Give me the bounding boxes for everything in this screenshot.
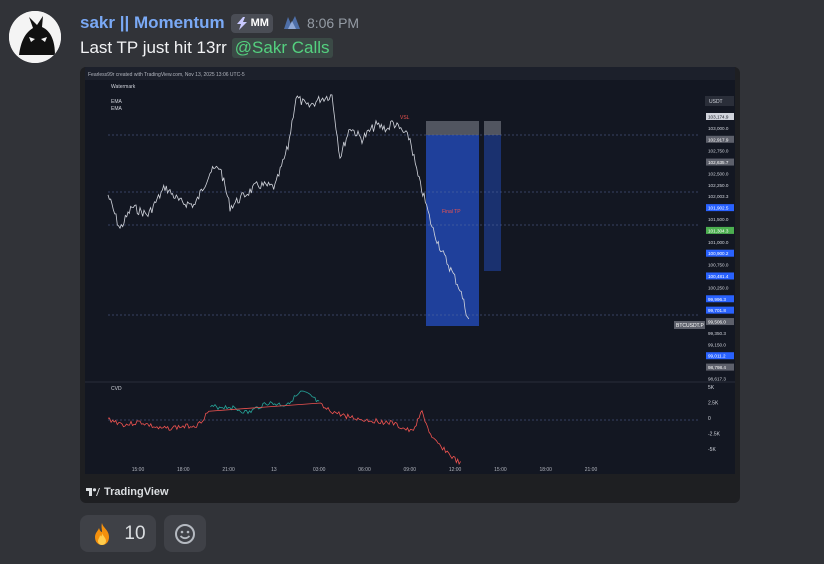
message-timestamp: 8:06 PM	[306, 15, 360, 31]
cvd-tick-label: -2.5K	[708, 432, 721, 438]
time-tick-label: 18:00	[539, 467, 552, 473]
price-tick-label: 99,011.2	[708, 354, 726, 359]
avatar[interactable]	[9, 11, 61, 63]
price-tick-label: 102,750.0	[708, 149, 729, 154]
vsl-label: VSL	[400, 115, 410, 121]
tradingview-logo-icon	[86, 488, 100, 496]
time-tick-label: 13	[271, 467, 277, 473]
price-tick-label: 103,000.0	[708, 126, 729, 131]
price-tick-label: 99,350.3	[708, 331, 726, 336]
indicator-label-ema-1: EMA	[111, 99, 123, 105]
lightning-icon	[236, 16, 247, 30]
cvd-tick-label: 0	[708, 416, 711, 422]
time-tick-label: 09:00	[404, 467, 417, 473]
avatar-silhouette-icon	[9, 11, 61, 63]
price-tick-label: 99,996.3	[708, 297, 726, 302]
price-tick-label: 102,003.3	[708, 194, 729, 199]
stop-zone-2	[484, 121, 501, 135]
price-tick-label: 102,500.0	[708, 171, 729, 176]
fire-icon	[95, 522, 110, 545]
time-tick-label: 21:00	[222, 467, 235, 473]
price-tick-label: 102,917.9	[708, 137, 729, 142]
chart-background	[85, 67, 735, 474]
cvd-tick-label: 5K	[708, 385, 715, 391]
price-tick-label: 99,150.0	[708, 342, 726, 347]
price-tick-label: 98,617.3	[708, 377, 726, 382]
server-tag-label: MM	[250, 17, 269, 29]
price-tick-label: 100,250.0	[708, 285, 729, 290]
add-reaction-button[interactable]	[164, 515, 206, 552]
time-tick-label: 03:00	[313, 467, 326, 473]
server-tag[interactable]: MM	[230, 13, 273, 33]
cvd-tick-label: 2.5K	[708, 401, 719, 407]
message-content: Last TP just hit 13rr @Sakr Calls	[80, 38, 333, 58]
price-tick-label: 99,506.0	[708, 320, 726, 325]
watermark-label: Watermark	[111, 84, 136, 90]
price-tick-label: 100,900.2	[708, 251, 729, 256]
time-tick-label: 18:00	[177, 467, 190, 473]
tradingview-embed[interactable]: Fearless99r created with TradingView.com…	[80, 67, 740, 503]
time-tick-label: 06:00	[358, 467, 371, 473]
symbol-tag: BTCUSDT.P	[676, 323, 704, 329]
message-text: Last TP just hit 13rr	[80, 38, 227, 57]
time-tick-label: 21:00	[585, 467, 598, 473]
price-tick-label: 101,902.5	[708, 206, 729, 211]
badge-icon	[283, 15, 301, 31]
time-tick-label: 12:00	[449, 467, 462, 473]
stop-zone	[426, 121, 479, 135]
time-tick-label: 15:00	[132, 467, 145, 473]
time-tick-label: 15:00	[494, 467, 507, 473]
price-tick-label: 100,481.4	[708, 274, 729, 279]
role-mention[interactable]: @Sakr Calls	[231, 38, 333, 58]
price-tick-label: 98,798.4	[708, 365, 726, 370]
price-tick-label: 103,174.9	[708, 115, 729, 120]
price-tick-label: 101,304.3	[708, 228, 729, 233]
price-tick-label: 101,000.0	[708, 240, 729, 245]
reaction-fire[interactable]: 10	[80, 515, 156, 552]
smiley-icon	[175, 523, 195, 544]
tradingview-chart: Fearless99r created with TradingView.com…	[84, 67, 736, 477]
indicator-label-ema-2: EMA	[111, 106, 123, 112]
reactions-bar: 10	[80, 515, 206, 552]
provider-name: TradingView	[104, 486, 169, 498]
price-tick-label: 100,750.0	[708, 263, 729, 268]
tp-zone-2	[484, 135, 501, 271]
username[interactable]: sakr || Momentum	[80, 13, 225, 33]
cvd-label: CVD	[111, 386, 122, 392]
price-tick-label: 102,635.7	[708, 160, 729, 165]
chart-header-text: Fearless99r created with TradingView.com…	[88, 72, 245, 78]
price-tick-label: 102,250.0	[708, 183, 729, 188]
message-header: sakr || Momentum MM 8:06 PM	[80, 11, 359, 35]
price-tick-label: 99,701.8	[708, 308, 726, 313]
final-tp-label: Final TP	[442, 209, 461, 215]
reaction-count: 10	[124, 522, 146, 544]
currency-label: USDT	[709, 99, 723, 105]
embed-footer[interactable]: TradingView	[86, 486, 169, 498]
cvd-tick-label: -5K	[708, 447, 716, 453]
price-tick-label: 101,500.0	[708, 217, 729, 222]
